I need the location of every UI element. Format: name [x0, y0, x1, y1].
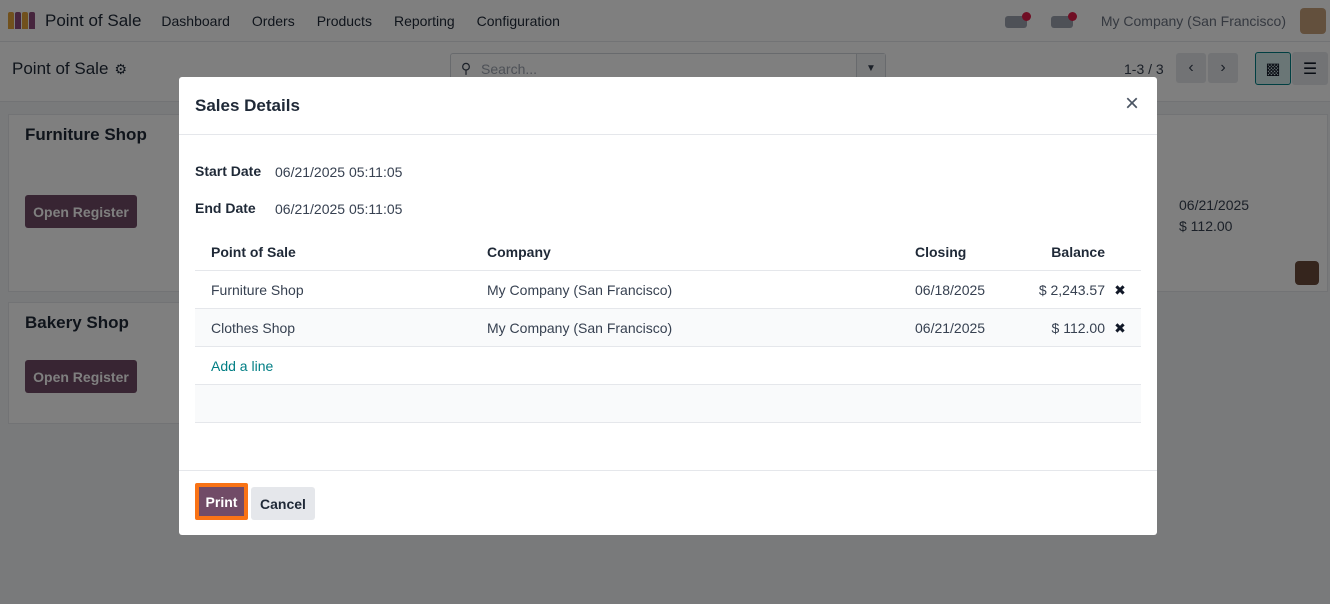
- cancel-button[interactable]: Cancel: [251, 487, 315, 520]
- cell-closing[interactable]: 06/18/2025: [915, 271, 985, 309]
- dialog-footer: Print Cancel: [179, 470, 1157, 535]
- add-line-link[interactable]: Add a line: [211, 347, 273, 385]
- column-header-closing[interactable]: Closing: [915, 233, 966, 271]
- dialog-title: Sales Details: [195, 96, 300, 115]
- table-row[interactable]: Clothes Shop My Company (San Francisco) …: [195, 309, 1141, 347]
- print-button[interactable]: Print: [195, 483, 248, 520]
- start-date-label: Start Date: [195, 163, 262, 179]
- cell-balance[interactable]: $ 112.00: [995, 309, 1105, 347]
- dialog-header: Sales Details ×: [179, 77, 1157, 135]
- delete-row-icon[interactable]: ✖: [1113, 283, 1127, 297]
- column-header-pos[interactable]: Point of Sale: [211, 233, 296, 271]
- cell-company[interactable]: My Company (San Francisco): [487, 271, 672, 309]
- column-header-company[interactable]: Company: [487, 233, 551, 271]
- delete-row-icon[interactable]: ✖: [1113, 321, 1127, 335]
- table-row[interactable]: Furniture Shop My Company (San Francisco…: [195, 271, 1141, 309]
- table-header: Point of Sale Company Closing Balance: [195, 233, 1141, 271]
- sales-details-dialog: Sales Details × Start Date 06/21/2025 05…: [179, 77, 1157, 535]
- start-date-field[interactable]: 06/21/2025 05:11:05: [275, 164, 402, 180]
- close-icon[interactable]: ×: [1121, 92, 1143, 116]
- cell-closing[interactable]: 06/21/2025: [915, 309, 985, 347]
- end-date-label: End Date: [195, 200, 256, 216]
- cell-company[interactable]: My Company (San Francisco): [487, 309, 672, 347]
- cell-pos[interactable]: Clothes Shop: [211, 309, 295, 347]
- cell-pos[interactable]: Furniture Shop: [211, 271, 304, 309]
- add-line-row: Add a line: [195, 347, 1141, 385]
- column-header-balance[interactable]: Balance: [1015, 233, 1105, 271]
- empty-row: [195, 385, 1141, 423]
- cell-balance[interactable]: $ 2,243.57: [995, 271, 1105, 309]
- end-date-field[interactable]: 06/21/2025 05:11:05: [275, 201, 402, 217]
